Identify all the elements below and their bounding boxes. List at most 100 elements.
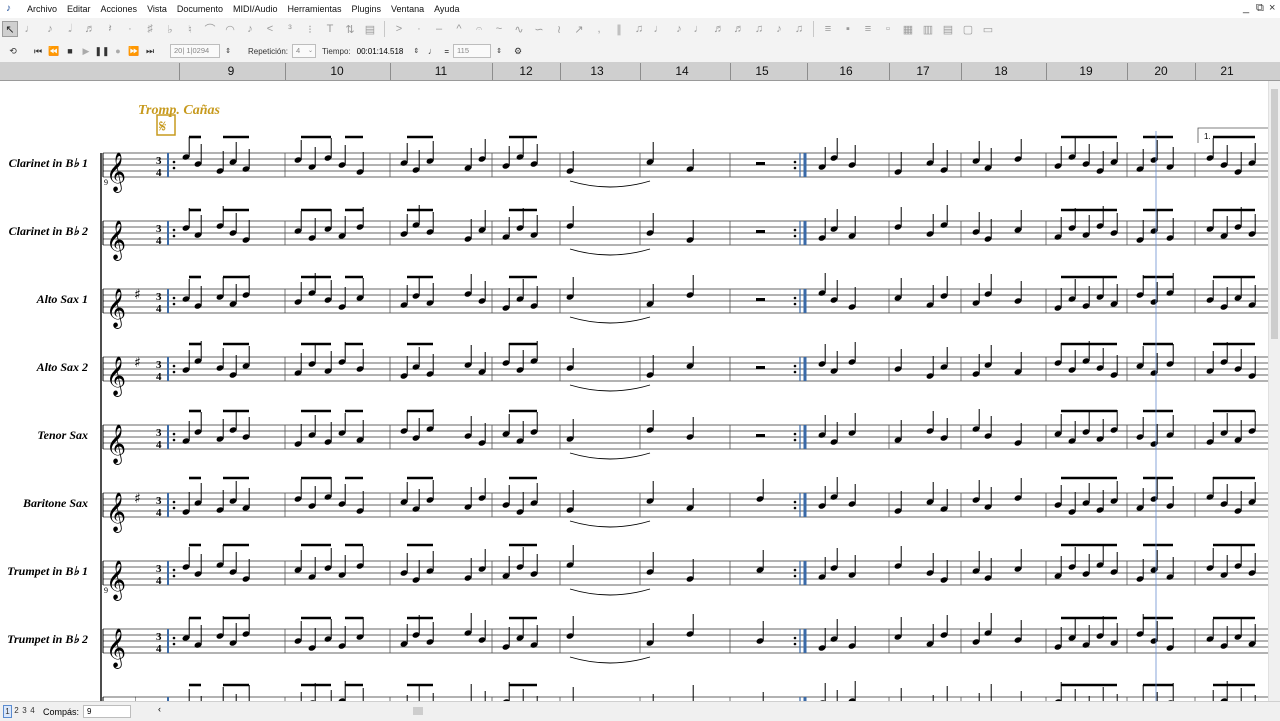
- vertical-scroll-thumb[interactable]: [1271, 89, 1278, 339]
- staccato-icon[interactable]: ·: [411, 21, 427, 37]
- ruler-measure-number[interactable]: 18: [994, 63, 1007, 80]
- measure-input[interactable]: 9: [83, 705, 132, 718]
- menu-item-herramientas[interactable]: Herramientas: [282, 0, 346, 18]
- menu-item-documento[interactable]: Documento: [172, 0, 228, 18]
- natural-icon[interactable]: ♮: [182, 21, 198, 37]
- ruler-measure-number[interactable]: 9: [228, 63, 235, 80]
- ruler-measure-number[interactable]: 12: [519, 63, 532, 80]
- menu-item-archivo[interactable]: Archivo: [22, 0, 62, 18]
- position-field[interactable]: 20| 1|0294: [170, 44, 220, 58]
- slur-icon[interactable]: ◠: [222, 21, 238, 37]
- fermata-icon[interactable]: 𝄐: [471, 21, 487, 37]
- menu-item-acciones[interactable]: Acciones: [96, 0, 143, 18]
- marcato-icon[interactable]: ^: [451, 21, 467, 37]
- voice-icon[interactable]: ⁝: [302, 21, 318, 37]
- loop-icon[interactable]: ⟲: [6, 44, 20, 58]
- page-button-1[interactable]: 1: [3, 705, 12, 718]
- selection-tool-icon[interactable]: ↖: [2, 21, 18, 37]
- tempo-spin-icon[interactable]: ⇕: [409, 44, 423, 58]
- tempo-field[interactable]: 115: [453, 44, 492, 58]
- vertical-scrollbar[interactable]: [1268, 81, 1280, 701]
- inspector-icon[interactable]: ▪: [840, 21, 856, 37]
- flat-icon[interactable]: ♭: [162, 21, 178, 37]
- grace-note-icon[interactable]: ♪: [242, 21, 258, 37]
- menu-item-ayuda[interactable]: Ayuda: [429, 0, 464, 18]
- scroll-left-icon[interactable]: ‹: [158, 704, 161, 714]
- glissando-icon[interactable]: ↗: [571, 21, 587, 37]
- menu-item-editar[interactable]: Editar: [62, 0, 96, 18]
- horizontal-scroll-thumb[interactable]: [413, 707, 423, 715]
- ruler-measure-number[interactable]: 20: [1154, 63, 1167, 80]
- timeline-icon[interactable]: ▭: [980, 21, 996, 37]
- sixteenth-note-icon[interactable]: ♬: [82, 21, 98, 37]
- gear-icon[interactable]: ⚙: [511, 44, 525, 58]
- tempo-stepper-icon[interactable]: ⇕: [492, 44, 506, 58]
- ruler-measure-number[interactable]: 13: [590, 63, 603, 80]
- accent-icon[interactable]: >: [391, 21, 407, 37]
- mordent-icon[interactable]: ∿: [511, 21, 527, 37]
- menu-item-midi-audio[interactable]: MIDI/Audio: [228, 0, 283, 18]
- hairpin-icon[interactable]: <: [262, 21, 278, 37]
- caesura-icon[interactable]: ∥: [611, 21, 627, 37]
- ruler-measure-number[interactable]: 10: [330, 63, 343, 80]
- rewind-icon[interactable]: ⏪: [47, 44, 61, 58]
- turn-icon[interactable]: ∽: [531, 21, 547, 37]
- stop-icon[interactable]: ■: [63, 44, 77, 58]
- palette-icon[interactable]: ≡: [820, 21, 836, 37]
- half-note-icon[interactable]: 𝅗𝅥: [62, 21, 78, 37]
- auto-beam-icon[interactable]: ♪: [771, 21, 787, 37]
- triplet-icon[interactable]: ³: [282, 21, 298, 37]
- ruler-measure-number[interactable]: 15: [755, 63, 768, 80]
- restore-button[interactable]: ⧉: [1256, 2, 1264, 15]
- repeat-select[interactable]: 4 ⌄: [292, 44, 317, 58]
- menu-item-ventana[interactable]: Ventana: [386, 0, 429, 18]
- horizontal-scrollbar[interactable]: ‹: [158, 704, 1258, 716]
- text-icon[interactable]: T: [322, 21, 338, 37]
- keyboard-icon[interactable]: ▥: [920, 21, 936, 37]
- tuplet-icon[interactable]: ♫: [791, 21, 807, 37]
- breath-icon[interactable]: ,: [591, 21, 607, 37]
- feathered-beam-icon[interactable]: ♫: [751, 21, 767, 37]
- page-button-3[interactable]: 3: [21, 705, 28, 716]
- measure-ruler[interactable]: 9 10 11 12 13 14 15 16 17 18 19 20 21: [0, 63, 1280, 81]
- forward-end-icon[interactable]: ⏭: [143, 44, 157, 58]
- quarter-note-icon[interactable]: ♩: [22, 21, 38, 37]
- sharp-icon[interactable]: ♯: [142, 21, 158, 37]
- tie-icon[interactable]: ⌒: [202, 21, 218, 37]
- arpeggio-icon[interactable]: ≀: [551, 21, 567, 37]
- ruler-measure-number[interactable]: 16: [839, 63, 852, 80]
- clipboard-icon[interactable]: ▤: [362, 21, 378, 37]
- ruler-measure-number[interactable]: 19: [1079, 63, 1092, 80]
- ruler-measure-number[interactable]: 21: [1220, 63, 1233, 80]
- position-spin-icon[interactable]: ⇕: [221, 44, 235, 58]
- piano-icon[interactable]: ▦: [900, 21, 916, 37]
- menu-item-plugins[interactable]: Plugins: [347, 0, 387, 18]
- fast-forward-icon[interactable]: ⏩: [127, 44, 141, 58]
- page-button-2[interactable]: 2: [13, 705, 20, 716]
- play-icon[interactable]: ▶: [79, 44, 93, 58]
- selection-filter-icon[interactable]: ▢: [960, 21, 976, 37]
- record-icon[interactable]: ●: [111, 44, 125, 58]
- pause-icon[interactable]: ❚❚: [94, 44, 109, 58]
- menu-item-vista[interactable]: Vista: [142, 0, 172, 18]
- beam-icon[interactable]: ♫: [631, 21, 647, 37]
- synth-icon[interactable]: ▤: [940, 21, 956, 37]
- mixer-icon[interactable]: ≡: [860, 21, 876, 37]
- score-canvas[interactable]: Clarinet in B♭ 1 9 𝄞 3 4 Clarinet in B♭ 2 𝄞 3 4 A…: [0, 81, 1268, 701]
- rewind-start-icon[interactable]: ⏮: [31, 44, 45, 58]
- rest-icon[interactable]: 𝄽: [102, 21, 118, 37]
- close-button[interactable]: ×: [1269, 2, 1275, 14]
- ruler-measure-number[interactable]: 14: [675, 63, 688, 80]
- tenuto-icon[interactable]: –: [431, 21, 447, 37]
- no-beam-icon[interactable]: ♩: [691, 21, 707, 37]
- ruler-measure-number[interactable]: 11: [435, 63, 447, 80]
- page-button-4[interactable]: 4: [29, 705, 36, 716]
- ruler-measure-number[interactable]: 17: [916, 63, 929, 80]
- minimize-button[interactable]: _: [1243, 2, 1249, 14]
- flip-icon[interactable]: ⇅: [342, 21, 358, 37]
- beam-break-icon[interactable]: ♩: [651, 21, 667, 37]
- trill-icon[interactable]: ~: [491, 21, 507, 37]
- dot-icon[interactable]: ·: [122, 21, 138, 37]
- beam-32-icon[interactable]: ♬: [711, 21, 727, 37]
- navigator-icon[interactable]: ▫: [880, 21, 896, 37]
